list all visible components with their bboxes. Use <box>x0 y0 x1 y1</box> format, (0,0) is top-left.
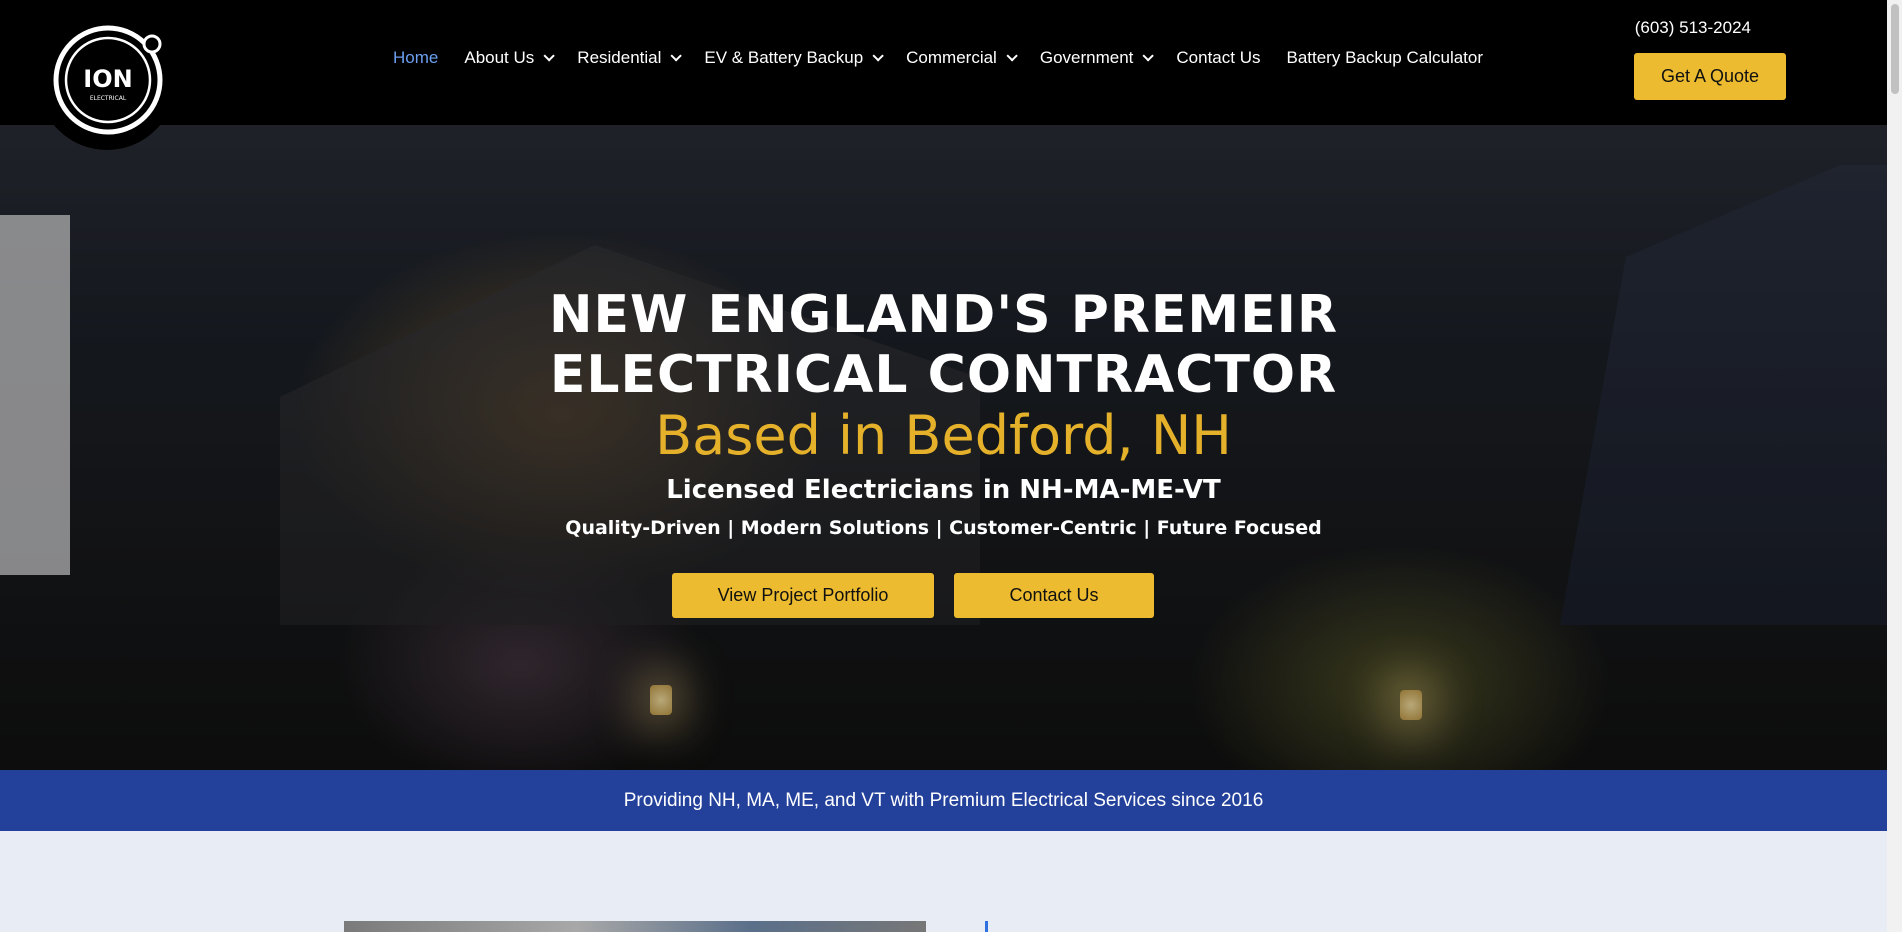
nav-item-label: Battery Backup Calculator <box>1286 48 1484 67</box>
chevron-down-icon <box>872 50 884 62</box>
nav-item-ev-battery-backup[interactable]: EV & Battery Backup <box>704 48 884 68</box>
chevron-down-icon <box>543 50 556 62</box>
nav-item-home[interactable]: Home <box>393 48 438 68</box>
intro-section <box>0 831 1887 932</box>
scrollbar-thumb[interactable] <box>1891 4 1899 94</box>
nav-item-label: Home <box>393 48 439 67</box>
nav-item-commercial[interactable]: Commercial <box>906 48 1018 68</box>
nav-item-label: About Us <box>464 48 535 67</box>
intro-image <box>344 921 926 932</box>
services-banner: Providing NH, MA, ME, and VT with Premiu… <box>0 770 1887 831</box>
chevron-down-icon <box>1006 50 1018 62</box>
nav-item-label: Commercial <box>906 48 997 67</box>
page-scrollbar[interactable] <box>1887 0 1902 932</box>
hero-contact-us-button[interactable]: Contact Us <box>954 573 1154 618</box>
nav-item-contact-us[interactable]: Contact Us <box>1176 48 1260 68</box>
hero-licensed-text: Licensed Electricians in NH-MA-ME-VT <box>666 475 1221 505</box>
ion-electrical-logo: ION ELECTRICAL <box>53 25 163 135</box>
nav-item-battery-backup-calculator[interactable]: Battery Backup Calculator <box>1286 48 1483 68</box>
nav-item-label: Residential <box>577 48 662 67</box>
nav-item-residential[interactable]: Residential <box>577 48 683 68</box>
logo-text: ION <box>83 65 132 93</box>
nav-item-label: Government <box>1039 48 1134 67</box>
get-a-quote-button[interactable]: Get A Quote <box>1634 53 1786 100</box>
logo-link[interactable]: ION ELECTRICAL <box>38 12 176 150</box>
banner-text: Providing NH, MA, ME, and VT with Premiu… <box>623 789 1264 811</box>
main-nav: Home About Us Residential EV & Battery B… <box>393 46 1509 70</box>
chevron-down-icon <box>1142 50 1155 62</box>
nav-item-label: EV & Battery Backup <box>704 48 864 67</box>
nav-item-government[interactable]: Government <box>1039 48 1155 68</box>
hero-subtitle: Based in Bedford, NH <box>655 404 1232 467</box>
view-project-portfolio-button[interactable]: View Project Portfolio <box>672 573 934 618</box>
hero-title-line1: NEW ENGLAND'S PREMEIR <box>548 285 1339 345</box>
nav-item-label: Contact Us <box>1176 48 1261 67</box>
hero-tagline: Quality-Driven | Modern Solutions | Cust… <box>565 517 1322 539</box>
intro-accent-line <box>985 921 988 932</box>
phone-number-link[interactable]: (603) 513-2024 <box>1635 18 1751 38</box>
hero-section: NEW ENGLAND'S PREMEIR ELECTRICAL CONTRAC… <box>0 125 1887 770</box>
site-header: ION ELECTRICAL Home About Us Residential… <box>0 0 1887 150</box>
chevron-down-icon <box>670 50 683 62</box>
hero-title-line2: ELECTRICAL CONTRACTOR <box>549 345 1338 405</box>
nav-item-about-us[interactable]: About Us <box>464 48 556 68</box>
logo-subtext: ELECTRICAL <box>90 95 127 102</box>
